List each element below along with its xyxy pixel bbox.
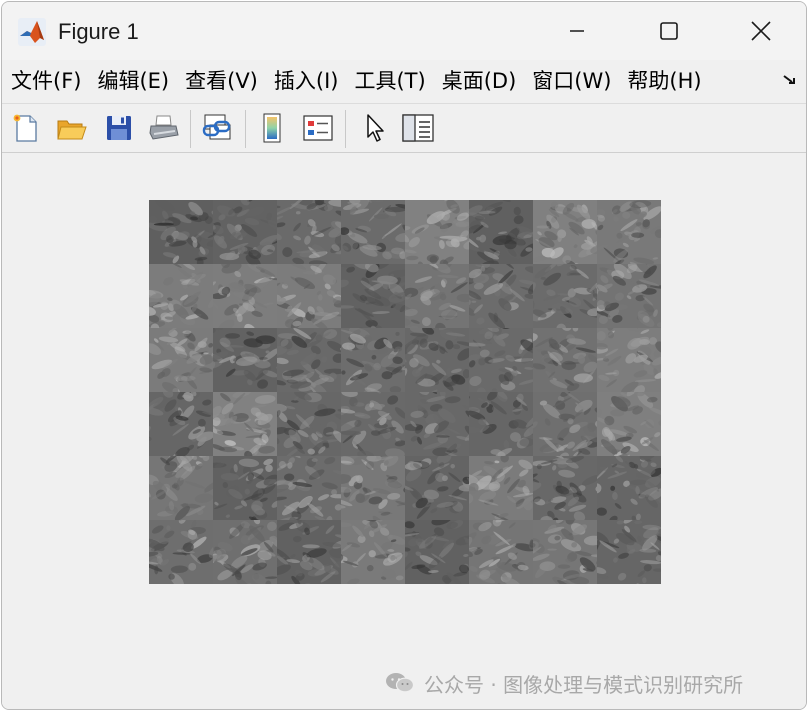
close-button[interactable] [715,2,806,60]
toolbar-separator [245,110,246,148]
filter-tile [213,520,277,584]
toolbar-separator [345,110,346,148]
window-title: Figure 1 [58,19,139,44]
title-bar[interactable]: Figure 1 [2,2,806,60]
insert-colorbar-button[interactable] [254,110,290,146]
maximize-button[interactable] [623,2,715,60]
menu-bar: 文件(F) 编辑(E) 查看(V) 插入(I) 工具(T) 桌面(D) 窗口(W… [2,62,806,100]
filter-tile [597,456,661,520]
link-plot-button[interactable] [199,110,235,146]
filter-tile [213,456,277,520]
filter-tile [533,520,597,584]
open-button[interactable] [54,110,90,146]
filter-tile [277,520,341,584]
minimize-icon [570,30,584,32]
menu-tools[interactable]: 工具(T) [346,64,433,98]
figure-toolbar [2,103,806,153]
filter-image-grid [149,200,661,584]
menu-file[interactable]: 文件(F) [2,64,89,98]
print-button[interactable] [146,110,182,146]
menu-desktop[interactable]: 桌面(D) [434,64,525,98]
edit-plot-cursor-icon [367,114,384,142]
insert-legend-icon [303,115,333,141]
menu-view[interactable]: 查看(V) [177,64,266,98]
figure-canvas[interactable]: 公众号 · 图像处理与模式识别研究所 [2,154,806,709]
filter-tile [149,392,213,456]
menu-help[interactable]: 帮助(H) [619,64,709,98]
new-figure-button[interactable] [8,110,44,146]
save-button[interactable] [101,110,137,146]
insert-legend-button[interactable] [300,110,336,146]
filter-tile [533,200,597,264]
filter-tile [341,200,405,264]
menu-overflow-arrow-icon[interactable] [780,68,800,92]
toolbar-separator [190,110,191,148]
property-inspector-icon [402,114,434,142]
save-icon [107,116,131,140]
link-plot-icon [202,114,231,140]
property-inspector-button[interactable] [400,110,436,146]
filter-tile [277,392,341,456]
filter-tile [469,456,533,520]
watermark: 公众号 · 图像处理与模式识别研究所 [384,669,743,697]
menu-edit[interactable]: 编辑(E) [89,64,177,98]
filter-tile [149,328,213,392]
insert-colorbar-icon [263,113,281,143]
new-figure-icon [13,114,37,142]
close-icon [751,21,771,41]
open-file-icon [57,120,87,140]
filter-tile [597,200,661,264]
wechat-icon [386,673,415,693]
maximize-icon [660,22,678,40]
menu-insert[interactable]: 插入(I) [266,64,347,98]
menu-window[interactable]: 窗口(W) [524,64,619,98]
filter-tile [341,264,405,328]
matlab-logo-icon [18,18,46,46]
print-icon [149,115,179,140]
figure-window: Figure 1 文件(F) 编辑(E) 查看(V) 插入(I) 工具(T) 桌… [1,1,807,710]
minimize-button[interactable] [531,2,623,60]
edit-plot-button[interactable] [357,110,393,146]
watermark-text: 公众号 · 图像处理与模式识别研究所 [424,672,744,697]
